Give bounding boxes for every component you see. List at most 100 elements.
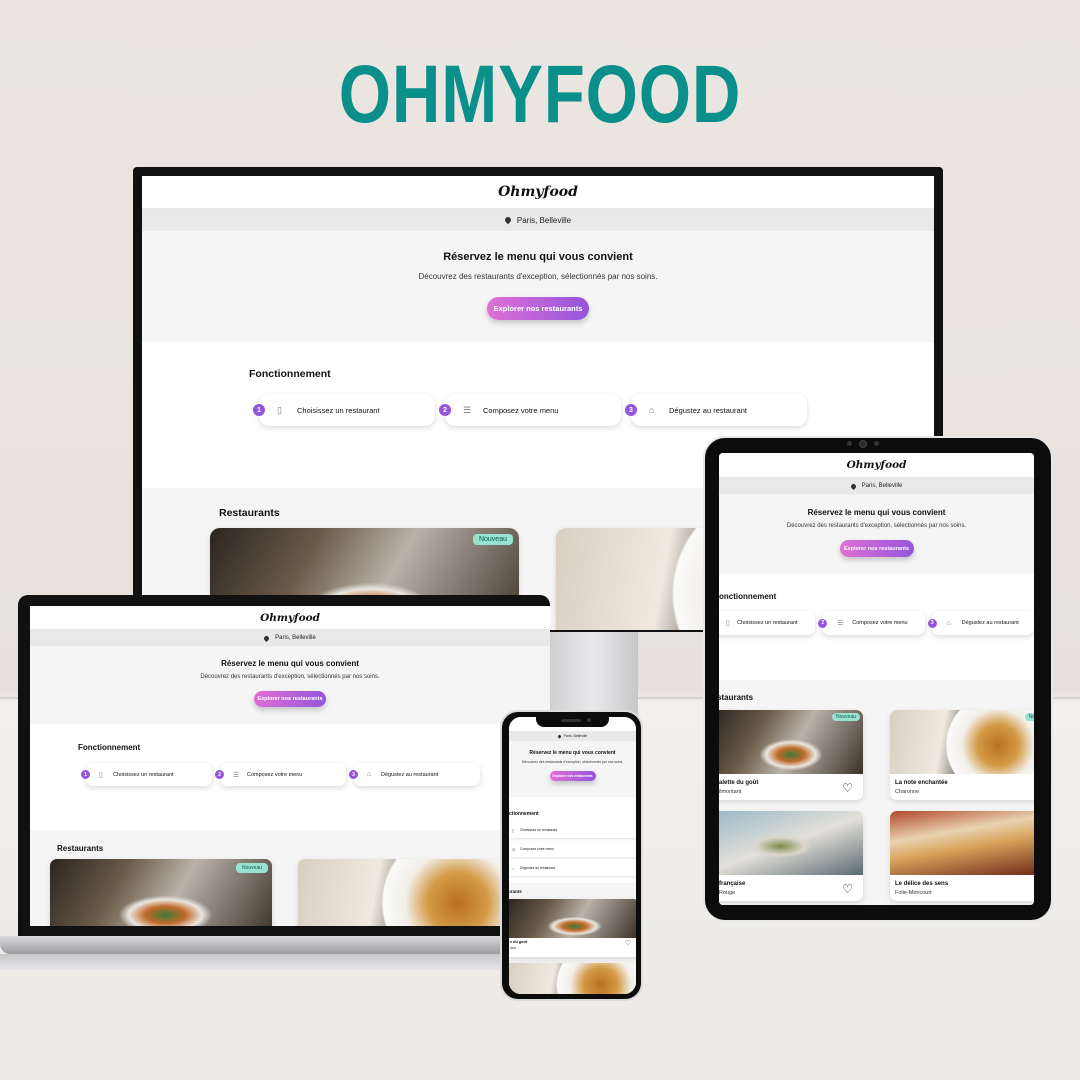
hero-title: Réservez le menu qui vous convient bbox=[807, 508, 946, 517]
phone-speaker bbox=[561, 719, 581, 722]
site-header: Ohmyfood bbox=[719, 453, 1034, 478]
restaurant-photo bbox=[298, 859, 520, 926]
restaurant-area: Rouge bbox=[719, 890, 736, 896]
step-label: Dégustez au restaurant bbox=[381, 771, 439, 778]
restaurant-photo bbox=[509, 899, 636, 938]
explore-restaurants-button[interactable]: Explorer nos restaurants bbox=[487, 297, 589, 320]
camera-icon bbox=[847, 441, 852, 446]
restaurant-name: La note enchantée bbox=[895, 780, 948, 786]
explore-restaurants-button[interactable]: Explorer nos restaurants bbox=[254, 691, 326, 707]
step-label: Choisissez un restaurant bbox=[113, 771, 174, 778]
restaurants-title: Restaurants bbox=[219, 507, 280, 519]
hero-subtitle: Découvrez des restaurants d'exception, s… bbox=[521, 760, 624, 764]
new-badge: Nouveau bbox=[472, 534, 513, 545]
step-number: 3 bbox=[927, 618, 937, 628]
heart-icon[interactable]: ♡ bbox=[625, 939, 631, 947]
laptop-front bbox=[0, 954, 570, 970]
location-text: Paris, Belleville bbox=[516, 215, 572, 225]
phone-icon: ▯ bbox=[512, 827, 515, 833]
step-3: 3 ⌂ Dégustez au restaurant bbox=[927, 611, 1034, 635]
heart-icon[interactable]: ♡ bbox=[842, 781, 853, 795]
restaurant-name: française bbox=[719, 881, 746, 887]
restaurant-card[interactable] bbox=[298, 859, 520, 926]
steps-list: ▯ Choisissez un restaurant ☰ Composez vo… bbox=[509, 822, 636, 876]
hero-title: Réservez le menu qui vous convient bbox=[529, 750, 616, 756]
list-icon: ☰ bbox=[463, 404, 472, 415]
site-header: Ohmyfood bbox=[142, 176, 934, 209]
location-bar: Paris, Belleville bbox=[30, 630, 550, 646]
list-icon: ☰ bbox=[233, 771, 240, 779]
hero-section: Réservez le menu qui vous convient Décou… bbox=[509, 741, 636, 797]
camera-icon bbox=[587, 718, 591, 722]
new-badge: Nou bbox=[1024, 713, 1034, 721]
restaurant-name: Le délice des sens bbox=[895, 881, 949, 887]
step-label: Composez votre menu bbox=[852, 620, 908, 626]
main-title: OHMYFOOD bbox=[338, 49, 742, 140]
how-title: Fonctionnement bbox=[78, 743, 141, 752]
how-title: Fonctionnement bbox=[249, 368, 331, 380]
restaurant-card[interactable]: française Rouge ♡ bbox=[719, 811, 863, 901]
step-2: 2 ☰ Composez votre menu bbox=[215, 763, 346, 786]
restaurant-area: Charonne bbox=[895, 789, 920, 795]
steps-list: ▯ Choisissez un restaurant 2 ☰ Composez … bbox=[719, 611, 1034, 635]
restaurant-card[interactable]: Nouveau bbox=[50, 859, 272, 926]
list-icon: ☰ bbox=[837, 620, 844, 627]
store-icon: ⌂ bbox=[512, 865, 515, 871]
camera-icon bbox=[874, 441, 879, 446]
step-number: 1 bbox=[253, 404, 265, 416]
how-it-works-section: ctionnement ▯ Choisissez un restaurant ☰… bbox=[509, 797, 636, 883]
laptop-base bbox=[0, 936, 570, 954]
step-label: Composez votre menu bbox=[483, 405, 559, 415]
step-1: ▯ Choisissez un restaurant bbox=[509, 822, 636, 838]
restaurant-area: ilmontant bbox=[719, 789, 742, 795]
hero-section: Réservez le menu qui vous convient Décou… bbox=[142, 231, 934, 342]
phone-screen: Paris, Belleville Réservez le menu qui v… bbox=[509, 717, 636, 994]
heart-icon[interactable]: ♡ bbox=[842, 882, 853, 896]
steps-list: 1 ▯ Choisissez un restaurant 2 ☰ Compose… bbox=[249, 394, 934, 426]
store-icon: ⌂ bbox=[649, 405, 655, 415]
store-icon: ⌂ bbox=[367, 771, 372, 778]
restaurant-name: alette du goût bbox=[719, 780, 759, 786]
step-2: 2 ☰ Composez votre menu bbox=[818, 611, 925, 635]
step-label: Composez votre menu bbox=[520, 847, 555, 851]
restaurant-card[interactable] bbox=[509, 963, 636, 994]
new-badge: Nouveau bbox=[235, 863, 268, 873]
restaurants-title: urants bbox=[509, 889, 522, 894]
how-title: ctionnement bbox=[509, 811, 539, 817]
hero-section: Réservez le menu qui vous convient Décou… bbox=[719, 494, 1034, 574]
explore-restaurants-button[interactable]: Explorer nos restaurants bbox=[839, 540, 914, 557]
step-number: 2 bbox=[439, 404, 451, 416]
site-logo[interactable]: Ohmyfood bbox=[260, 612, 320, 624]
how-title: onctionnement bbox=[719, 592, 777, 601]
step-number: 1 bbox=[81, 770, 90, 779]
restaurant-area: Folie-Méricourt bbox=[895, 890, 932, 896]
restaurant-photo bbox=[890, 710, 1034, 774]
restaurant-card[interactable]: e du goût tant ♡ bbox=[509, 899, 636, 957]
site-logo[interactable]: Ohmyfood bbox=[847, 459, 907, 471]
step-3: ⌂ Dégustez au restaurant bbox=[509, 860, 636, 876]
restaurant-card[interactable]: Nou La note enchantée Charonne bbox=[890, 710, 1034, 800]
step-1: ▯ Choisissez un restaurant bbox=[719, 611, 816, 635]
restaurant-photo bbox=[890, 811, 1034, 875]
restaurant-card[interactable]: Nouveau alette du goût ilmontant ♡ bbox=[719, 710, 863, 800]
location-pin-icon bbox=[503, 215, 513, 225]
step-2: ☰ Composez votre menu bbox=[509, 841, 636, 857]
location-bar: Paris, Belleville bbox=[142, 209, 934, 231]
step-label: Choisissez un restaurant bbox=[737, 620, 798, 626]
explore-restaurants-button[interactable]: Explorer nos restaurants bbox=[549, 771, 596, 781]
restaurant-photo bbox=[719, 811, 863, 875]
hero-section: Réservez le menu qui vous convient Décou… bbox=[30, 646, 550, 724]
new-badge: Nouveau bbox=[831, 713, 860, 721]
hero-subtitle: Découvrez des restaurants d'exception, s… bbox=[418, 272, 658, 281]
site-logo[interactable]: Ohmyfood bbox=[498, 184, 578, 200]
tablet-screen: Ohmyfood Paris, Belleville Réservez le m… bbox=[719, 453, 1034, 905]
restaurants-title: Restaurants bbox=[57, 844, 104, 853]
step-1: 1 ▯ Choisissez un restaurant bbox=[81, 763, 212, 786]
how-it-works-section: onctionnement ▯ Choisissez un restaurant… bbox=[719, 574, 1034, 680]
location-bar: Paris, Belleville bbox=[719, 478, 1034, 494]
step-label: Choisissez un restaurant bbox=[520, 828, 558, 832]
step-number: 3 bbox=[625, 404, 637, 416]
hero-subtitle: Découvrez des restaurants d'exception, s… bbox=[200, 674, 380, 680]
hero-subtitle: Découvrez des restaurants d'exception, s… bbox=[786, 523, 967, 529]
restaurant-card[interactable]: Le délice des sens Folie-Méricourt bbox=[890, 811, 1034, 901]
